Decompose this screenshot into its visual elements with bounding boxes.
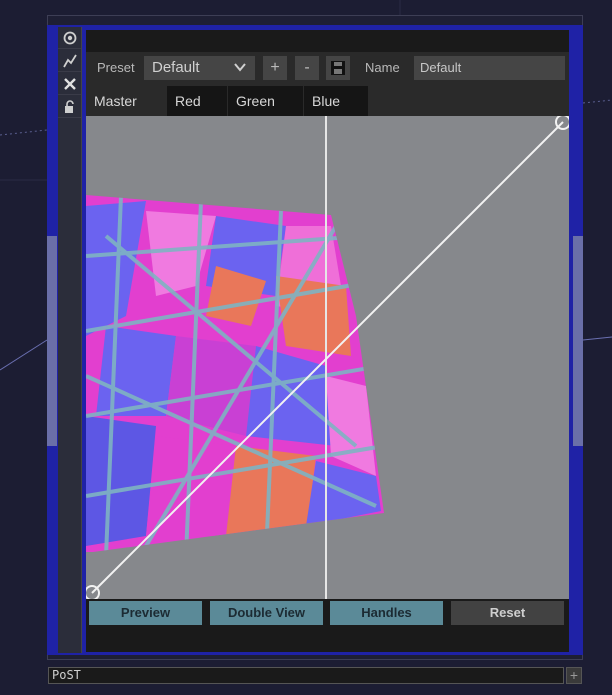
graph-icon[interactable] [58,50,81,72]
handles-button[interactable]: Handles [330,601,443,625]
preset-value: Default [152,59,200,76]
name-label: Name [365,60,400,75]
input-connector[interactable] [47,236,57,446]
double-view-button[interactable]: Double View [210,601,323,625]
chevron-down-icon [234,63,246,72]
node-toolbar [58,27,82,653]
add-node-button[interactable]: + [566,667,582,684]
tab-master[interactable]: Master [86,86,166,116]
lock-icon[interactable] [58,96,81,118]
preset-label: Preset [97,60,135,75]
reset-button[interactable]: Reset [451,601,564,625]
tab-blue[interactable]: Blue [304,86,368,116]
node-name-field[interactable]: PoST [48,667,564,684]
name-field[interactable]: Default [414,56,565,80]
add-preset-button[interactable]: + [263,56,287,80]
output-connector[interactable] [573,236,583,446]
channel-tabs: Master Red Green Blue [86,86,569,116]
preview-button[interactable]: Preview [89,601,202,625]
tab-green[interactable]: Green [228,86,303,116]
tab-red[interactable]: Red [167,86,227,116]
target-icon[interactable] [58,27,81,49]
preset-dropdown[interactable]: Default [144,56,255,80]
close-icon[interactable] [58,73,81,95]
preview-image [86,116,569,599]
remove-preset-button[interactable]: - [295,56,319,80]
save-icon[interactable] [326,56,350,80]
curve-viewport[interactable] [86,116,569,599]
